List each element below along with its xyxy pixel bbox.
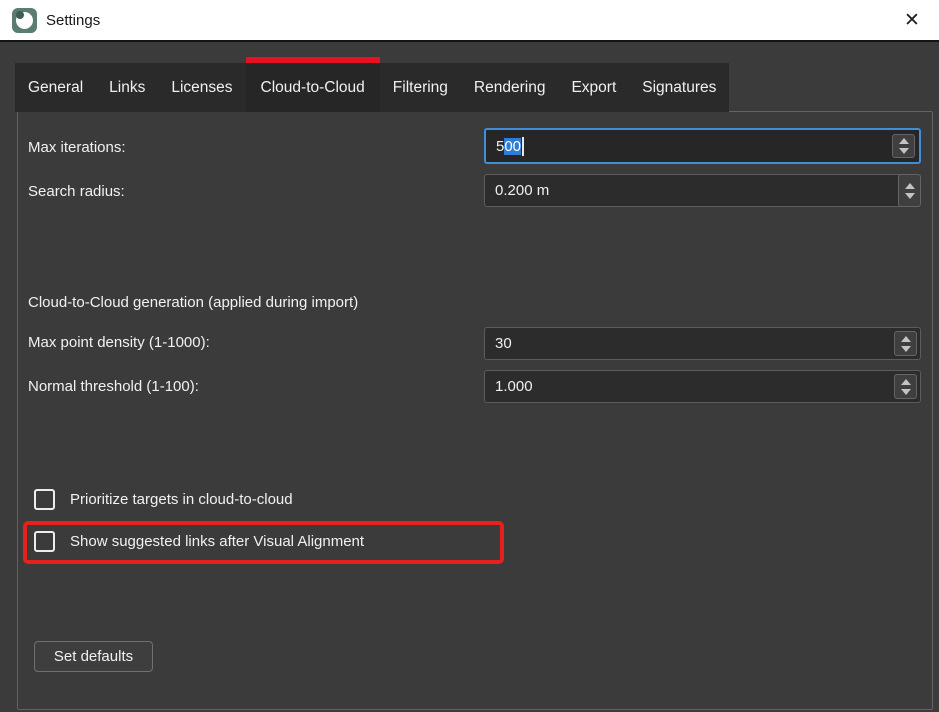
spin-up-icon[interactable]: [899, 138, 909, 144]
set-defaults-button[interactable]: Set defaults: [34, 641, 153, 672]
window-title: Settings: [46, 12, 100, 29]
spin-down-icon[interactable]: [901, 389, 911, 395]
search-radius-label: Search radius:: [28, 183, 125, 200]
normal-threshold-value[interactable]: 1.000: [484, 370, 921, 403]
tab-signatures[interactable]: Signatures: [629, 63, 729, 112]
search-radius-value[interactable]: 0.200 m: [484, 174, 907, 207]
tab-filtering[interactable]: Filtering: [380, 63, 461, 112]
spin-up-icon[interactable]: [901, 379, 911, 385]
logo-dot: [16, 11, 24, 19]
prioritize-targets-label: Prioritize targets in cloud-to-cloud: [70, 491, 293, 508]
tab-links[interactable]: Links: [96, 63, 158, 112]
max-point-density-spinner[interactable]: [894, 331, 917, 356]
prioritize-targets-checkbox[interactable]: [34, 489, 55, 510]
max-iterations-input[interactable]: 500: [484, 128, 921, 164]
spin-up-icon[interactable]: [905, 183, 915, 189]
dialog-body: General Links Licenses Cloud-to-Cloud Fi…: [0, 42, 939, 712]
search-radius-input[interactable]: 0.200 m: [484, 174, 921, 207]
value-selected-text: 00: [504, 138, 521, 155]
show-suggested-links-checkbox[interactable]: [34, 531, 55, 552]
app-logo-icon: [12, 8, 37, 33]
close-icon[interactable]: ✕: [897, 5, 927, 35]
tab-export[interactable]: Export: [558, 63, 629, 112]
tab-licenses[interactable]: Licenses: [158, 63, 245, 112]
max-point-density-label: Max point density (1-1000):: [28, 334, 210, 351]
spin-down-icon[interactable]: [901, 346, 911, 352]
normal-threshold-input[interactable]: 1.000: [484, 370, 921, 403]
max-iterations-value[interactable]: 500: [484, 128, 921, 164]
spin-up-icon[interactable]: [901, 336, 911, 342]
titlebar: Settings ✕: [0, 0, 939, 40]
settings-window: Settings ✕ General Links Licenses Cloud-…: [0, 0, 939, 712]
text-caret: [522, 137, 524, 156]
max-point-density-value[interactable]: 30: [484, 327, 921, 360]
spin-down-icon[interactable]: [905, 193, 915, 199]
section-title: Cloud-to-Cloud generation (applied durin…: [28, 294, 358, 311]
max-iterations-label: Max iterations:: [28, 139, 126, 156]
max-iterations-spinner[interactable]: [892, 134, 915, 158]
value-prefix: 5: [496, 138, 504, 155]
spin-down-icon[interactable]: [899, 148, 909, 154]
tab-rendering[interactable]: Rendering: [461, 63, 559, 112]
tab-bar: General Links Licenses Cloud-to-Cloud Fi…: [15, 57, 729, 112]
show-suggested-links-label: Show suggested links after Visual Alignm…: [70, 533, 364, 550]
max-point-density-input[interactable]: 30: [484, 327, 921, 360]
tab-general[interactable]: General: [15, 63, 96, 112]
tab-cloud-to-cloud[interactable]: Cloud-to-Cloud: [246, 57, 380, 112]
normal-threshold-spinner[interactable]: [894, 374, 917, 399]
search-radius-spinner[interactable]: [898, 174, 921, 207]
normal-threshold-label: Normal threshold (1-100):: [28, 378, 199, 395]
